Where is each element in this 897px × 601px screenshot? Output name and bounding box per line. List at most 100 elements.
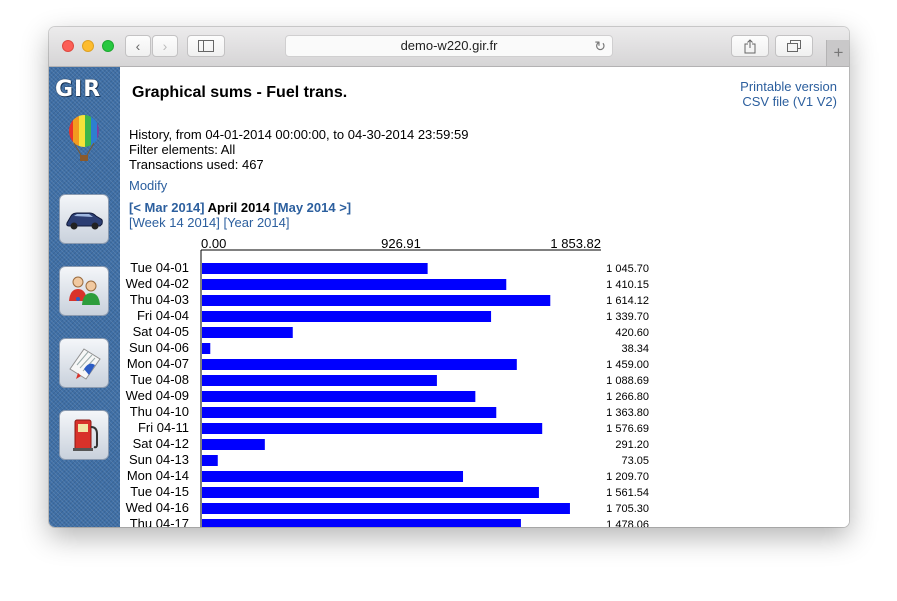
- fuel-pump-icon: [73, 419, 98, 451]
- bar: [202, 423, 543, 434]
- bar: [202, 375, 437, 386]
- category-label: Fri 04-04: [137, 308, 189, 323]
- bar-value-label: 38.34: [621, 343, 649, 355]
- tabs-overview-button[interactable]: [775, 35, 813, 57]
- bar-value-label: 1 614.12: [606, 295, 649, 307]
- category-label: Tue 04-15: [130, 484, 189, 499]
- month-navigation: [< Mar 2014] April 2014 [May 2014 >]: [129, 200, 351, 215]
- bar: [202, 407, 497, 418]
- csv-v2-link[interactable]: V2: [817, 94, 833, 109]
- category-label: Mon 04-07: [127, 356, 189, 371]
- bar-value-label: 1 705.30: [606, 503, 649, 515]
- export-links: Printable version CSV file (V1 V2): [740, 79, 837, 109]
- bar-value-label: 1 209.70: [606, 471, 649, 483]
- week-link[interactable]: [Week 14 2014]: [129, 215, 220, 230]
- category-label: Wed 04-09: [126, 388, 189, 403]
- share-icon: [744, 39, 756, 54]
- bar: [202, 439, 265, 450]
- bar: [202, 471, 464, 482]
- report-icon: [69, 348, 101, 380]
- drivers-button[interactable]: [59, 266, 109, 316]
- category-label: Tue 04-01: [130, 260, 189, 275]
- category-label: Tue 04-08: [130, 372, 189, 387]
- printable-version-link[interactable]: Printable version: [740, 79, 837, 94]
- category-label: Thu 04-03: [130, 292, 189, 307]
- modify-link[interactable]: Modify: [129, 178, 167, 193]
- new-tab-button[interactable]: +: [826, 40, 849, 66]
- gir-logo[interactable]: GIR: [55, 77, 115, 102]
- app-sidebar: GIR: [49, 67, 120, 527]
- category-label: Sun 04-06: [129, 340, 189, 355]
- forward-button[interactable]: ›: [152, 35, 178, 57]
- bar-value-label: 73.05: [621, 455, 649, 467]
- period-navigation: [Week 14 2014] [Year 2014]: [129, 215, 289, 230]
- history-range: History, from 04-01-2014 00:00:00, to 04…: [129, 127, 469, 142]
- x-tick-label: 0.00: [201, 237, 226, 251]
- year-link[interactable]: [Year 2014]: [223, 215, 289, 230]
- bar: [202, 263, 428, 274]
- bar: [202, 311, 492, 322]
- chevron-left-icon: ‹: [135, 38, 141, 54]
- browser-window: ‹ › demo-w220.gir.fr ↻ + GIR Graphical s…: [49, 27, 849, 527]
- fuel-button[interactable]: [59, 410, 109, 460]
- bar-value-label: 1 561.54: [606, 487, 649, 499]
- plus-icon: +: [833, 43, 844, 62]
- close-window-button[interactable]: [62, 40, 74, 52]
- category-label: Sat 04-12: [133, 436, 189, 451]
- zoom-window-button[interactable]: [102, 40, 114, 52]
- bar: [202, 455, 218, 466]
- prev-month-link[interactable]: [< Mar 2014]: [129, 200, 205, 215]
- category-label: Sun 04-13: [129, 452, 189, 467]
- title-bar: ‹ › demo-w220.gir.fr ↻ +: [49, 27, 849, 67]
- bar: [202, 343, 211, 354]
- vehicles-button[interactable]: [59, 194, 109, 244]
- bar-value-label: 291.20: [615, 439, 649, 451]
- current-month: April 2014: [207, 200, 270, 215]
- bar: [202, 487, 539, 498]
- bar-value-label: 1 459.00: [606, 359, 649, 371]
- transactions-used: Transactions used: 467: [129, 157, 264, 172]
- bar-value-label: 1 410.15: [606, 279, 649, 291]
- bar-value-label: 1 339.70: [606, 311, 649, 323]
- report-info: History, from 04-01-2014 00:00:00, to 04…: [129, 127, 468, 172]
- bar: [202, 359, 517, 370]
- hot-air-balloon-icon[interactable]: [65, 115, 103, 163]
- category-label: Mon 04-14: [127, 468, 189, 483]
- chevron-right-icon: ›: [162, 38, 168, 54]
- x-tick-label: 1 853.82: [550, 237, 601, 251]
- bar: [202, 391, 476, 402]
- reload-icon[interactable]: ↻: [594, 36, 606, 56]
- bar: [202, 519, 521, 527]
- category-label: Fri 04-11: [138, 420, 189, 435]
- back-button[interactable]: ‹: [125, 35, 151, 57]
- csv-v1-link[interactable]: V1: [797, 94, 813, 109]
- filter-elements: Filter elements: All: [129, 142, 236, 157]
- category-label: Thu 04-17: [130, 516, 189, 527]
- fuel-sum-bar-chart: 0.00 926.91 1 853.82 Tue 04-01 1 045.70 Wed 0…: [126, 237, 649, 527]
- bar-value-label: 1 478.06: [606, 519, 649, 527]
- minimize-window-button[interactable]: [82, 40, 94, 52]
- sidebar-icon: [198, 40, 214, 52]
- sidebar-toggle-button[interactable]: [187, 35, 225, 57]
- reports-button[interactable]: [59, 338, 109, 388]
- category-label: Wed 04-02: [126, 276, 189, 291]
- car-icon: [66, 212, 103, 230]
- page-title: Graphical sums - Fuel trans.: [132, 84, 348, 101]
- category-label: Wed 04-16: [126, 500, 189, 515]
- bar: [202, 327, 293, 338]
- bar-value-label: 1 045.70: [606, 263, 649, 275]
- x-tick-label: 926.91: [381, 237, 421, 251]
- share-button[interactable]: [731, 35, 769, 57]
- address-bar[interactable]: demo-w220.gir.fr ↻: [285, 35, 613, 57]
- bar-value-label: 420.60: [615, 327, 649, 339]
- page-content: Graphical sums - Fuel trans. Printable v…: [120, 67, 849, 527]
- category-label: Sat 04-05: [133, 324, 189, 339]
- csv-close-paren: ): [832, 94, 837, 109]
- csv-file-label: CSV file (: [742, 94, 798, 109]
- bar: [202, 503, 570, 514]
- users-icon: [69, 276, 100, 305]
- next-month-link[interactable]: [May 2014 >]: [273, 200, 351, 215]
- category-label: Thu 04-10: [130, 404, 189, 419]
- bar: [202, 279, 507, 290]
- url-text: demo-w220.gir.fr: [400, 38, 498, 53]
